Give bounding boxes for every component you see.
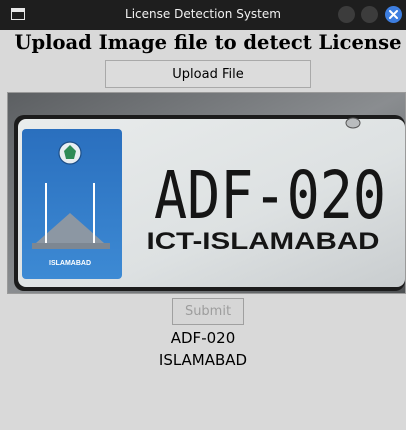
submit-button[interactable]: Submit [172,298,244,325]
result-city: ISLAMABAD [158,351,248,369]
close-button[interactable] [385,6,402,23]
emblem-caption: ISLAMABAD [49,260,91,267]
maximize-button[interactable] [361,6,378,23]
plate-screw [345,117,361,129]
title-bar: License Detection System [0,0,406,30]
result-plate-number: ADF-020 [170,329,236,347]
page-heading: Upload Image file to detect License [14,31,402,54]
plate-photo: ISLAMABAD ADF-020 ICT-ISLAMABAD [8,93,405,293]
upload-file-button[interactable]: Upload File [105,60,311,88]
emblem-icon [58,141,82,165]
close-icon [389,10,398,19]
minimize-button[interactable] [338,6,355,23]
license-plate-image: ISLAMABAD ADF-020 ICT-ISLAMABAD [7,92,406,294]
plate-region-text: ICT-ISLAMABAD [147,228,380,255]
plate-number-text: ADF-020 [154,157,386,234]
